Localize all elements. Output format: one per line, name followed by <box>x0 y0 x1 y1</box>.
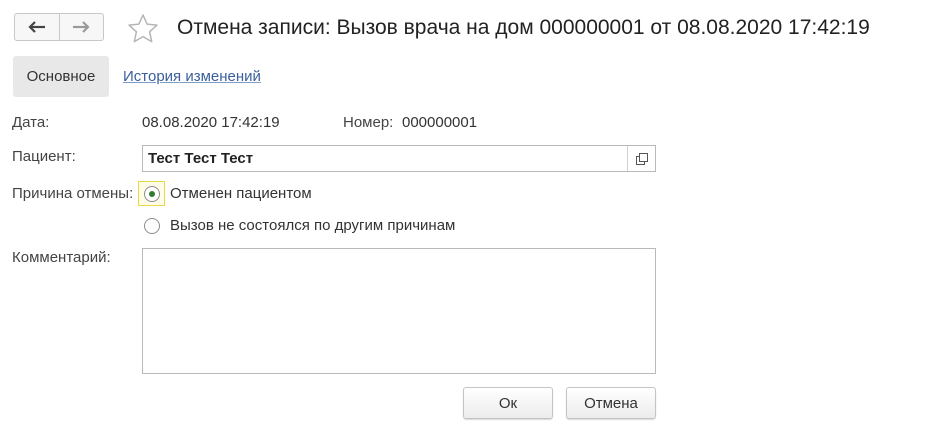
cancel-button[interactable]: Отмена <box>566 387 656 419</box>
reason-label: Причина отмены: <box>12 185 134 202</box>
radio-cancelled-by-patient[interactable] <box>144 186 160 202</box>
tab-main[interactable]: Основное <box>13 56 109 97</box>
tab-history[interactable]: История изменений <box>123 67 261 87</box>
patient-field[interactable]: Тест Тест Тест <box>142 145 656 172</box>
radio-selected-dot <box>149 191 155 197</box>
radio-cancelled-by-patient-label[interactable]: Отменен пациентом <box>170 184 312 204</box>
forward-button[interactable] <box>58 14 104 40</box>
favorite-button[interactable] <box>127 13 159 48</box>
open-patient-button[interactable] <box>627 146 655 171</box>
number-label: Номер: <box>343 114 394 131</box>
open-window-icon <box>635 152 648 165</box>
radio-other-reasons[interactable] <box>144 218 160 234</box>
arrow-left-icon <box>28 21 45 33</box>
window-title: Отмена записи: Вызов врача на дом 000000… <box>177 16 870 39</box>
ok-button[interactable]: Ок <box>463 387 553 419</box>
arrow-right-icon <box>73 21 90 33</box>
comment-input[interactable] <box>142 248 656 374</box>
radio-other-reasons-label[interactable]: Вызов не состоялся по другим причинам <box>170 216 455 236</box>
star-icon <box>128 14 158 43</box>
date-label: Дата: <box>12 114 50 131</box>
navigation-buttons <box>14 13 104 41</box>
patient-value: Тест Тест Тест <box>148 150 254 167</box>
back-button[interactable] <box>15 14 59 40</box>
patient-label: Пациент: <box>12 148 76 165</box>
date-value: 08.08.2020 17:42:19 <box>142 114 280 131</box>
number-value: 000000001 <box>402 114 478 131</box>
comment-label: Комментарий: <box>12 249 111 266</box>
